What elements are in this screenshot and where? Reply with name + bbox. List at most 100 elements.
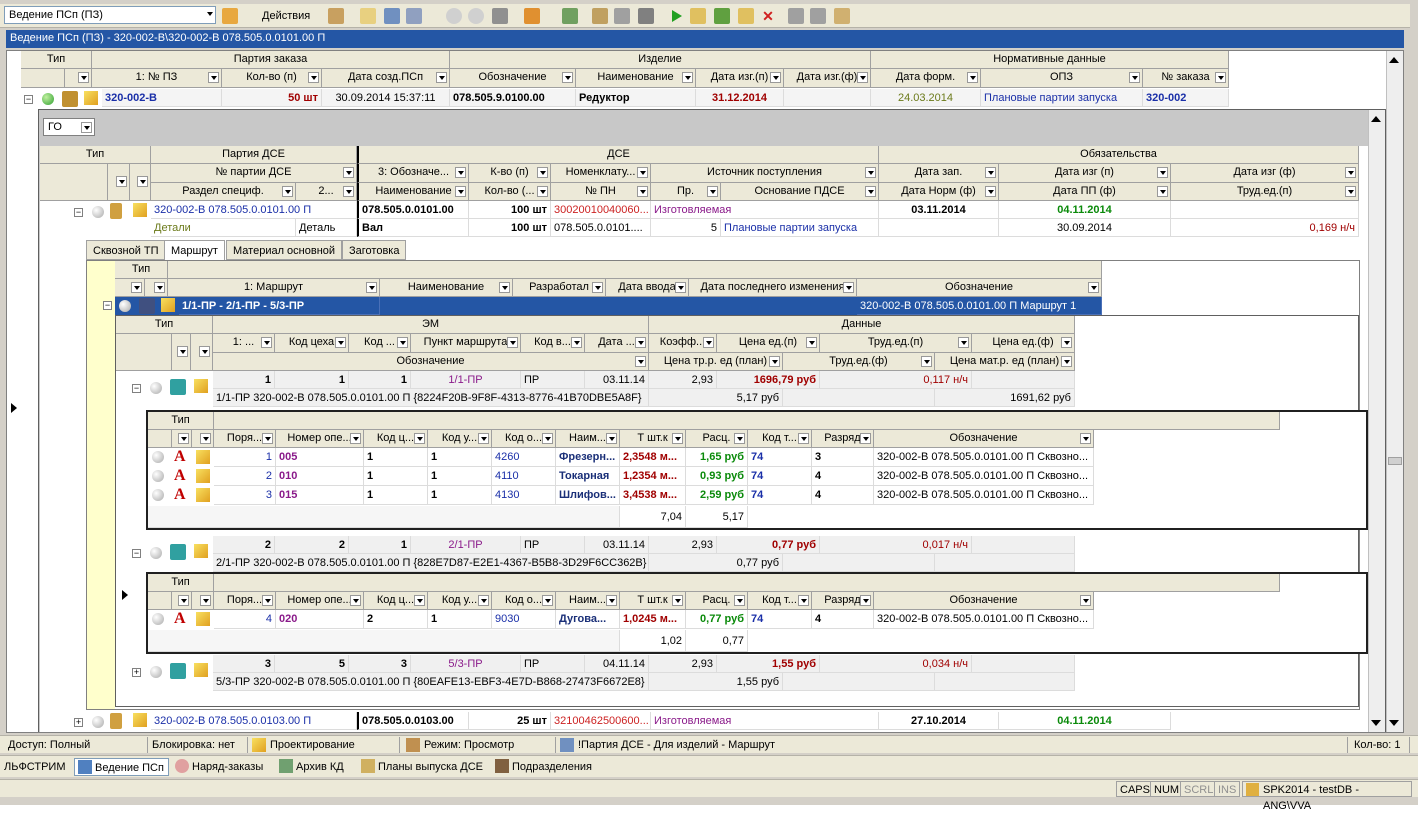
top-pz[interactable]: 320-002-В [102,89,222,107]
dropdown-icon[interactable] [78,72,89,83]
col-date-fact[interactable]: Дата изг.(ф) [784,69,871,88]
copy-doc-icon[interactable] [714,8,730,24]
ops2-col-code[interactable]: Код о... [492,592,556,610]
dropdown-icon[interactable] [308,72,319,83]
ops2-type-filter1[interactable] [172,592,192,610]
dropdown-icon[interactable] [637,167,648,178]
pencil-icon[interactable] [133,713,147,727]
col-name[interactable]: Наименование [576,69,696,88]
ops2-col-tc[interactable]: Код т... [748,592,812,610]
col-date-plan[interactable]: Дата изг.(п) [696,69,784,88]
pencil-icon[interactable] [196,488,210,502]
dropdown-icon[interactable] [921,356,932,367]
tab-blank[interactable]: Заготовка [342,240,407,260]
module-plans[interactable]: Планы выпуска ДСЕ [358,758,487,776]
ops-col-c2[interactable]: Код у... [428,430,492,448]
dse-col-section[interactable]: Раздел специф. [151,183,296,201]
col-designation[interactable]: Обозначение [450,69,576,88]
dropdown-icon[interactable] [282,186,293,197]
scroll-thumb[interactable] [1388,457,1402,465]
delete-icon[interactable]: ✕ [760,8,776,24]
dropdown-icon[interactable] [1061,356,1072,367]
dropdown-icon[interactable] [366,282,377,293]
em-col-shop[interactable]: Код цеха [275,334,349,353]
route-col-route[interactable]: 1: Маршрут [168,279,380,297]
dse-col-date-pp[interactable]: Дата ПП (ф) [999,183,1171,201]
dropdown-icon[interactable] [436,72,447,83]
ops-col-grade[interactable]: Разряд [812,430,874,448]
pencil-icon[interactable] [196,469,210,483]
dropdown-icon[interactable] [81,122,92,133]
dropdown-icon[interactable] [985,186,996,197]
em-type-filter2[interactable] [191,334,213,371]
ops2-type-filter2[interactable] [192,592,214,610]
module-kd-archive[interactable]: Архив КД [276,758,348,776]
col-date-form[interactable]: Дата форм. [871,69,981,88]
dropdown-icon[interactable] [350,595,361,606]
ops2-col-order[interactable]: Поря... [214,592,276,610]
dropdown-icon[interactable] [1215,72,1226,83]
tools-icon[interactable] [592,8,608,24]
em-col-labor-f[interactable]: Труд.ед.(ф) [783,353,935,371]
dropdown-icon[interactable] [798,595,809,606]
tab-route[interactable]: Маршрут [164,240,225,260]
route-col-author[interactable]: Разработал [513,279,606,297]
scroll-up-icon[interactable] [1371,116,1381,122]
ops-col-desig[interactable]: Обозначение [874,430,1094,448]
dse-col-source[interactable]: Источник поступления [651,164,879,183]
em-col-price-mat[interactable]: Цена мат.р. ед (план) [935,353,1075,371]
dropdown-icon[interactable] [734,595,745,606]
ops2-col-t[interactable]: Т шт.к [620,592,686,610]
pencil-icon[interactable] [161,298,175,312]
play-icon[interactable] [668,8,684,24]
dropdown-icon[interactable] [199,346,210,357]
dropdown-icon[interactable] [571,337,582,348]
dropdown-icon[interactable] [1129,72,1140,83]
dropdown-icon[interactable] [606,595,617,606]
col-qty[interactable]: Кол-во (п) [222,69,322,88]
dropdown-icon[interactable] [414,433,425,444]
dropdown-icon[interactable] [177,346,188,357]
key-icon[interactable] [222,8,238,24]
dropdown-icon[interactable] [562,72,573,83]
dropdown-icon[interactable] [200,595,211,606]
pencil-icon[interactable] [196,612,210,626]
collapse-toggle[interactable]: − [132,384,141,393]
col-opz[interactable]: ОПЗ [981,69,1143,88]
dropdown-icon[interactable] [635,356,646,367]
dropdown-icon[interactable] [635,337,646,348]
dse-col-date-start[interactable]: Дата зап. [879,164,999,183]
scroll-up-icon[interactable] [1389,57,1399,63]
dropdown-icon[interactable] [1080,433,1091,444]
inner-scrollbar[interactable] [1368,110,1385,732]
paste-icon[interactable] [360,8,376,24]
dropdown-icon[interactable] [542,433,553,444]
dropdown-icon[interactable] [967,72,978,83]
em-col-point[interactable]: Пункт маршрута [411,334,521,353]
pencil-icon[interactable] [133,203,147,217]
ops2-col-num[interactable]: Номер опе... [276,592,364,610]
dropdown-icon[interactable] [806,337,817,348]
dropdown-icon[interactable] [154,282,165,293]
dropdown-icon[interactable] [865,186,876,197]
module-departments[interactable]: Подразделения [492,758,596,776]
collapse-toggle[interactable]: − [74,208,83,217]
dropdown-icon[interactable] [857,72,868,83]
dropdown-icon[interactable] [343,186,354,197]
dropdown-icon[interactable] [958,337,969,348]
dropdown-icon[interactable] [985,167,996,178]
dropdown-icon[interactable] [1088,282,1099,293]
pencil-icon[interactable] [84,91,98,105]
dropdown-icon[interactable] [542,595,553,606]
em-col-coef[interactable]: Коэфф... [649,334,717,353]
dropdown-icon[interactable] [637,186,648,197]
dropdown-icon[interactable] [455,167,466,178]
dropdown-icon[interactable] [1061,337,1072,348]
dropdown-icon[interactable] [350,433,361,444]
dse-col-labor[interactable]: Труд.ед.(п) [1171,183,1359,201]
dse1-basis[interactable]: Плановые партии запуска [721,219,879,237]
dropdown-icon[interactable] [178,433,189,444]
dropdown-icon[interactable] [537,186,548,197]
ops2-col-rate[interactable]: Расц. [686,592,748,610]
dse-col-qty2[interactable]: Кол-во (... [469,183,551,201]
